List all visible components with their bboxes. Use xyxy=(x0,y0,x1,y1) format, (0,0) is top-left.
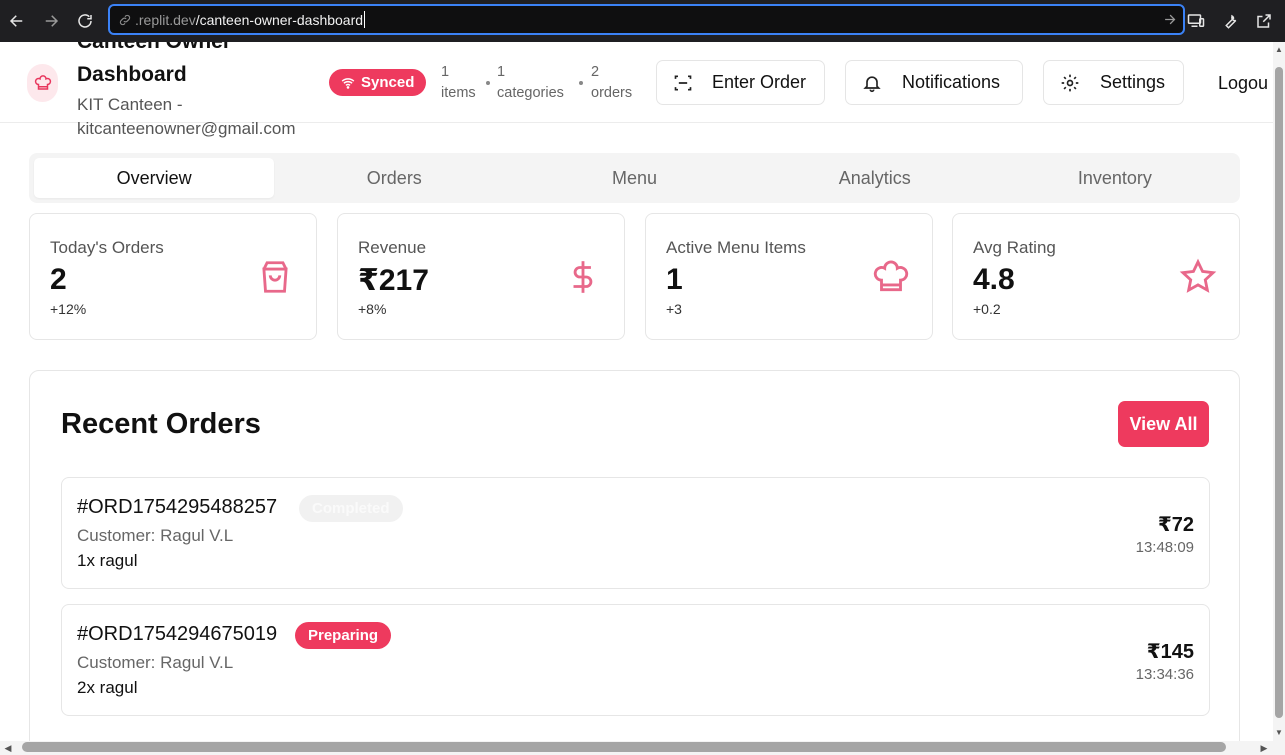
orders-count: 2 orders xyxy=(591,64,633,101)
vertical-scrollbar[interactable]: ▲ ▼ xyxy=(1273,42,1285,741)
scan-icon xyxy=(674,75,692,90)
wifi-icon xyxy=(341,77,355,89)
card-value: 2 xyxy=(50,263,67,296)
recent-orders-panel: Recent Orders View All #ORD1754295488257… xyxy=(29,370,1240,755)
url-path: /canteen-owner-dashboard xyxy=(195,11,364,28)
enter-order-label: Enter Order xyxy=(712,72,807,92)
order-row[interactable]: #ORD1754294675019 Preparing Customer: Ra… xyxy=(61,604,1210,716)
card-delta: +12% xyxy=(50,301,87,317)
sync-status-label: Synced xyxy=(361,74,415,91)
card-label: Revenue xyxy=(358,238,427,257)
owner-email: kitcanteenowner@gmail.com xyxy=(77,119,296,138)
reload-icon[interactable] xyxy=(68,0,102,42)
shopping-bag-icon xyxy=(256,258,294,296)
browser-actions xyxy=(1181,0,1285,42)
link-icon xyxy=(119,14,131,25)
settings-label: Settings xyxy=(1100,72,1166,92)
order-customer: Customer: Ragul V.L xyxy=(77,653,234,672)
text-caret xyxy=(364,11,366,28)
card-delta: +8% xyxy=(358,301,387,317)
chef-hat-icon xyxy=(872,258,910,296)
sync-status-badge: Synced xyxy=(329,69,427,96)
order-customer: Customer: Ragul V.L xyxy=(77,526,234,545)
scroll-up-icon[interactable]: ▲ xyxy=(1274,45,1284,55)
dashboard-tabs: Overview Orders Menu Analytics Inventory xyxy=(29,153,1240,203)
canteen-name: KIT Canteen - xyxy=(77,95,183,114)
order-id: #ORD1754295488257 xyxy=(77,496,278,518)
order-items: 2x ragul xyxy=(77,678,138,697)
order-time: 13:34:36 xyxy=(1135,666,1194,683)
address-bar[interactable]: .replit.dev/canteen-owner-dashboard xyxy=(108,4,1185,35)
items-count: 1 items xyxy=(441,64,476,101)
recent-orders-title: Recent Orders xyxy=(61,408,261,440)
star-icon xyxy=(1179,258,1217,296)
card-label: Active Menu Items xyxy=(666,238,806,257)
todays-orders-card: Today's Orders 2 +12% xyxy=(29,213,317,340)
notifications-label: Notifications xyxy=(902,72,1001,92)
categories-count: 1 categories xyxy=(497,64,564,101)
order-items: 1x ragul xyxy=(77,551,138,570)
card-delta: +0.2 xyxy=(973,301,1001,317)
order-row[interactable]: #ORD1754295488257 Completed Customer: Ra… xyxy=(61,477,1210,589)
logout-button[interactable]: Logou xyxy=(1218,73,1268,94)
devices-icon[interactable] xyxy=(1181,0,1211,42)
order-amount: ₹72 xyxy=(1157,514,1194,536)
card-value: 1 xyxy=(666,263,683,296)
gear-icon xyxy=(1061,74,1079,91)
bell-icon xyxy=(863,75,881,92)
order-amount: ₹145 xyxy=(1146,641,1194,663)
card-delta: +3 xyxy=(666,301,682,317)
browser-toolbar: .replit.dev/canteen-owner-dashboard xyxy=(0,0,1285,42)
settings-button[interactable]: Settings xyxy=(1043,60,1184,105)
chef-hat-logo-icon xyxy=(27,64,58,102)
enter-order-button[interactable]: Enter Order xyxy=(656,60,825,105)
vertical-scroll-thumb[interactable] xyxy=(1275,67,1283,718)
order-time: 13:48:09 xyxy=(1135,539,1194,556)
view-all-button[interactable]: View All xyxy=(1118,401,1209,447)
forward-icon[interactable] xyxy=(34,0,68,42)
card-value: 4.8 xyxy=(973,263,1015,296)
active-menu-items-card: Active Menu Items 1 +3 xyxy=(645,213,933,340)
page-title-line2: Dashboard xyxy=(77,63,187,86)
scroll-down-icon[interactable]: ▼ xyxy=(1274,728,1284,738)
tab-overview[interactable]: Overview xyxy=(34,158,275,198)
order-id: #ORD1754294675019 xyxy=(77,623,278,645)
tab-orders[interactable]: Orders xyxy=(274,158,514,198)
back-icon[interactable] xyxy=(0,0,34,42)
tab-menu[interactable]: Menu xyxy=(514,158,754,198)
avg-rating-card: Avg Rating 4.8 +0.2 xyxy=(952,213,1240,340)
card-value: ₹217 xyxy=(358,264,429,297)
card-label: Avg Rating xyxy=(973,238,1056,257)
scroll-left-icon[interactable]: ◀ xyxy=(2,742,14,754)
open-external-icon[interactable] xyxy=(1249,0,1279,42)
tab-analytics[interactable]: Analytics xyxy=(755,158,995,198)
dollar-icon xyxy=(564,258,602,296)
wrench-icon[interactable] xyxy=(1215,0,1245,42)
separator-dot xyxy=(486,81,490,85)
app-header: Canteen Owner Dashboard KIT Canteen - Sy… xyxy=(0,42,1273,123)
page-title-line1: Canteen Owner xyxy=(77,42,231,54)
tab-inventory[interactable]: Inventory xyxy=(995,158,1235,198)
go-arrow-icon[interactable] xyxy=(1162,12,1177,27)
notifications-button[interactable]: Notifications xyxy=(845,60,1023,105)
card-label: Today's Orders xyxy=(50,238,164,257)
status-badge: Preparing xyxy=(295,622,392,649)
url-domain: .replit.dev xyxy=(135,11,196,28)
horizontal-scroll-thumb[interactable] xyxy=(22,742,1226,752)
horizontal-scrollbar[interactable]: ◀ ▶ xyxy=(0,741,1285,755)
scroll-right-icon[interactable]: ▶ xyxy=(1258,742,1270,754)
separator-dot xyxy=(579,81,583,85)
status-badge: Completed xyxy=(299,495,403,522)
revenue-card: Revenue ₹217 +8% xyxy=(337,213,625,340)
